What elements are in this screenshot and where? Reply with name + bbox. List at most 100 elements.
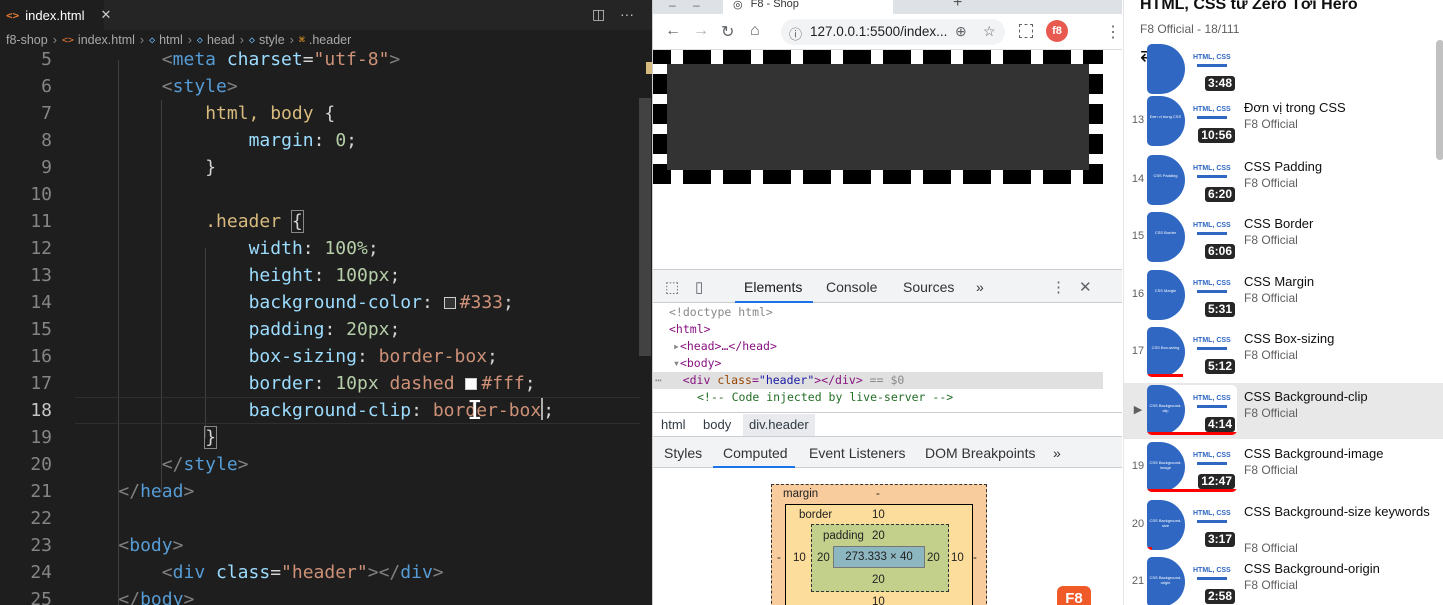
line-number[interactable]: 7 [0,100,52,127]
breadcrumb-item[interactable]: style [259,33,285,47]
code-line[interactable]: 15 padding: 20px; [0,316,652,343]
more-subtabs-icon[interactable]: » [1053,445,1061,461]
line-number[interactable]: 11 [0,208,52,235]
expand-triangle-icon[interactable]: ▸ [673,339,680,353]
line-number[interactable]: 16 [0,343,52,370]
screenshot-extension-icon[interactable] [1019,24,1033,38]
tab-computed[interactable]: Computed [723,445,788,461]
code-line[interactable]: 9} [0,154,652,181]
line-number[interactable]: 18 [0,397,52,424]
line-number[interactable]: 6 [0,73,52,100]
back-icon[interactable]: ← [665,22,681,40]
video-title[interactable]: CSS Padding [1244,158,1434,176]
code-line[interactable]: 21 </head> [0,478,652,505]
line-number[interactable]: 12 [0,235,52,262]
playlist-item[interactable]: 17 CSS Box-sizing HTML, CSS 5:12 CSS Box-siz… [1124,325,1443,381]
crumb-body[interactable]: body [703,417,731,432]
code-line[interactable]: 25 </body> [0,586,652,605]
code-line[interactable]: 19} [0,424,652,451]
playlist-item-current[interactable]: ▶ CSS Background-clip HTML, CSS 4:14 CSS Bac… [1124,383,1443,439]
dom-node[interactable]: ▾<body> [673,355,721,372]
video-title[interactable]: CSS Margin [1244,273,1434,291]
line-number[interactable]: 5 [0,46,52,73]
line-number[interactable]: 13 [0,262,52,289]
breadcrumb-item[interactable]: index.html [78,33,135,47]
dom-tree[interactable]: <!doctype html> <html> ▸<head>…</head> ▾… [653,304,1122,408]
home-icon[interactable]: ⌂ [750,22,760,40]
close-icon[interactable]: ✕ [101,7,112,23]
line-number[interactable]: 17 [0,370,52,397]
tab-styles[interactable]: Styles [664,445,702,461]
channel-name[interactable]: F8 Official [1244,406,1298,420]
code-line[interactable]: 6 <style> [0,73,652,100]
playlist-item[interactable]: 16 CSS Margin HTML, CSS 5:31 CSS Margin F8 Of… [1124,268,1443,324]
playlist-item[interactable]: HTML, CSS 3:48 [1124,42,1443,98]
close-icon[interactable]: ✕ [1079,278,1092,296]
dom-node[interactable]: <!doctype html> [669,304,773,321]
forward-icon[interactable]: → [693,22,709,40]
playlist-title[interactable]: HTML, CSS từ Zero Tới Hero [1140,0,1358,14]
video-thumbnail[interactable]: CSS Background-image HTML, CSS 12:47 [1147,442,1237,492]
tab-dom-breakpoints[interactable]: DOM Breakpoints [925,445,1035,461]
line-number[interactable]: 19 [0,424,52,451]
code-line[interactable]: 8 margin: 0; [0,127,652,154]
video-title[interactable]: CSS Background-image [1244,445,1434,463]
video-thumbnail[interactable]: CSS Border HTML, CSS 6:06 [1147,212,1237,262]
dom-node-selected[interactable]: ⋯ <div class="header"></div> == $0 [653,372,1103,389]
video-title[interactable]: CSS Background-clip [1244,388,1434,406]
line-number[interactable]: 8 [0,127,52,154]
device-toolbar-icon[interactable]: ▯ [695,278,703,296]
video-title[interactable]: CSS Box-sizing [1244,330,1434,348]
window-button[interactable]: – [669,0,676,12]
video-thumbnail[interactable]: CSS Background-clip HTML, CSS 4:14 [1147,385,1237,435]
code-line[interactable]: 17 border: 10px dashed #fff; [0,370,652,397]
new-tab-icon[interactable]: + [953,0,962,12]
video-title[interactable]: CSS Border [1244,215,1434,233]
more-tabs-icon[interactable]: » [976,279,984,295]
code-line[interactable]: 24 <div class="header"></div> [0,559,652,586]
line-number[interactable]: 20 [0,451,52,478]
video-thumbnail[interactable]: CSS Box-sizing HTML, CSS 5:12 [1147,327,1237,377]
channel-name[interactable]: F8 Official [1244,117,1298,131]
tab-console[interactable]: Console [826,279,877,295]
zoom-icon[interactable]: ⊕ [955,23,967,40]
dom-comment[interactable]: <!-- Code injected by live-server --> [697,389,953,406]
info-icon[interactable]: ⓘ [789,24,802,43]
bookmark-star-icon[interactable]: ☆ [983,23,996,40]
line-number[interactable]: 25 [0,586,52,605]
code-line[interactable]: 23 <body> [0,532,652,559]
inspect-element-icon[interactable]: ⬚ [665,278,679,296]
editor-tab-index-html[interactable]: <> index.html ✕ [0,0,111,30]
channel-name[interactable]: F8 Official [1244,176,1298,190]
video-thumbnail[interactable]: CSS Background-origin HTML, CSS 2:58 [1147,557,1237,605]
channel-name[interactable]: F8 Official [1244,541,1298,555]
box-model-content[interactable]: 273.333 × 40 [833,546,925,568]
video-title[interactable]: CSS Background-origin [1244,560,1434,578]
code-line[interactable]: 5 <meta charset="utf-8"> [0,46,652,73]
video-thumbnail[interactable]: CSS Background-size HTML, CSS 3:17 [1147,500,1237,550]
playlist-item[interactable]: 21 CSS Background-origin HTML, CSS 2:58 CSS … [1124,555,1443,605]
code-line[interactable]: 10 [0,181,652,208]
menu-icon[interactable]: ⋮ [1105,22,1121,42]
breadcrumb-item[interactable]: f8-shop [6,33,48,47]
crumb-html[interactable]: html [661,417,686,432]
code-line[interactable]: 11 .header { [0,208,652,235]
breadcrumb-item[interactable]: html [159,33,183,47]
code-line[interactable]: 16 box-sizing: border-box; [0,343,652,370]
crumb-div-header[interactable]: div.header [743,414,815,436]
line-number[interactable]: 14 [0,289,52,316]
video-thumbnail[interactable]: HTML, CSS 3:48 [1147,44,1237,94]
line-number[interactable]: 10 [0,181,52,208]
video-thumbnail[interactable]: CSS Margin HTML, CSS 5:31 [1147,270,1237,320]
more-icon[interactable]: ··· [620,6,634,22]
line-number[interactable]: 9 [0,154,52,181]
breadcrumb-item[interactable]: head [207,33,235,47]
channel-name[interactable]: F8 Official [1244,291,1298,305]
code-line[interactable]: 18 background-clip: border-box; [0,397,652,424]
playlist-item[interactable]: 20 CSS Background-size HTML, CSS 3:17 CSS Ba… [1124,498,1443,555]
channel-name[interactable]: F8 Official [1244,578,1298,592]
code-line[interactable]: 14 background-color: #333; [0,289,652,316]
video-thumbnail[interactable]: CSS Padding HTML, CSS 6:20 [1147,155,1237,205]
collapse-triangle-icon[interactable]: ▾ [673,356,680,370]
address-bar[interactable]: ⓘ 127.0.0.1:5500/index... ⊕ ☆ [781,19,1005,45]
